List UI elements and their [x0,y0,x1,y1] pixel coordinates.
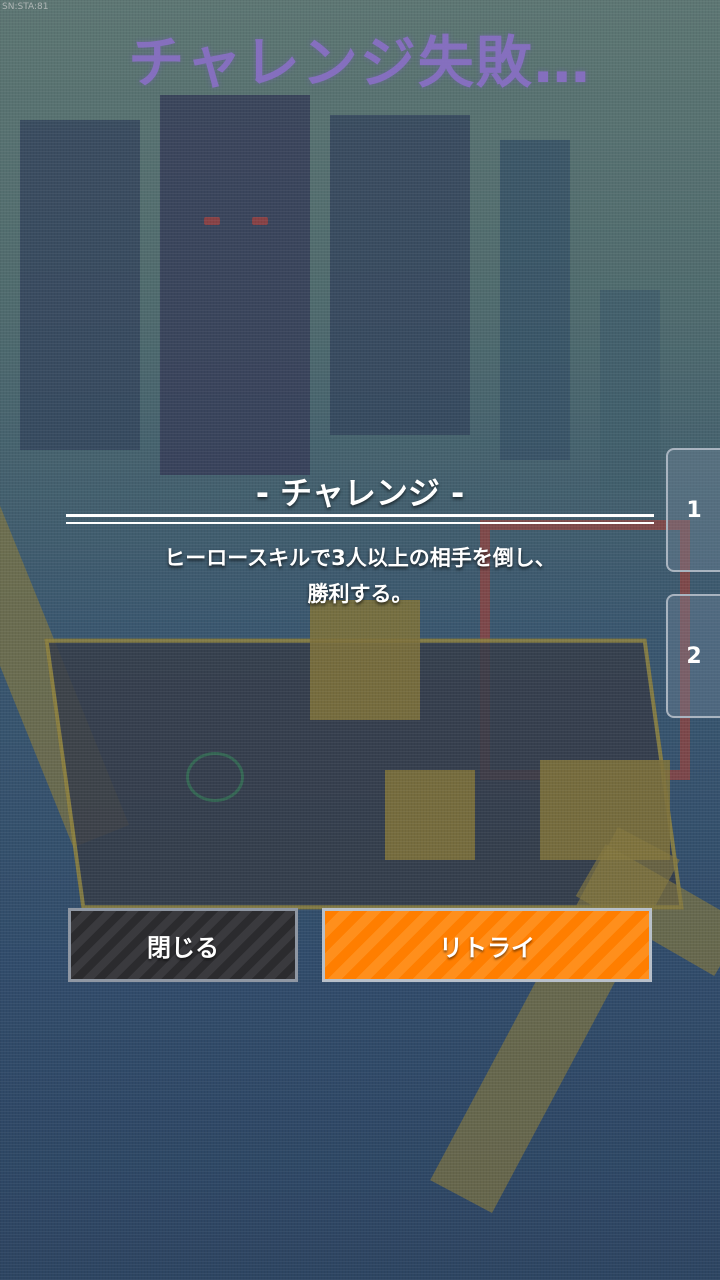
noise-overlay [0,0,720,1280]
challenge-header: - チャレンジ - [255,474,465,512]
close-button[interactable]: 閉じる [68,908,298,982]
game-scene-background [0,0,720,1280]
header-divider [66,514,654,517]
challenge-failed-title: チャレンジ失敗… [128,31,592,96]
game-screen: SN:STA:81 チャレンジ失敗… - チャレンジ - ヒーロースキルで3人以… [0,0,720,1280]
side-tab-2[interactable]: 2 [666,594,720,718]
challenge-description-line-1: ヒーロースキルで3人以上の相手を倒し、 [164,546,556,570]
challenge-description: ヒーロースキルで3人以上の相手を倒し、 勝利する。 [60,540,660,612]
retry-button[interactable]: リトライ [322,908,652,982]
challenge-description-line-2: 勝利する。 [307,582,413,606]
header-divider-thin [66,522,654,524]
status-label: SN:STA:81 [2,2,49,12]
side-tab-1[interactable]: 1 [666,448,720,572]
